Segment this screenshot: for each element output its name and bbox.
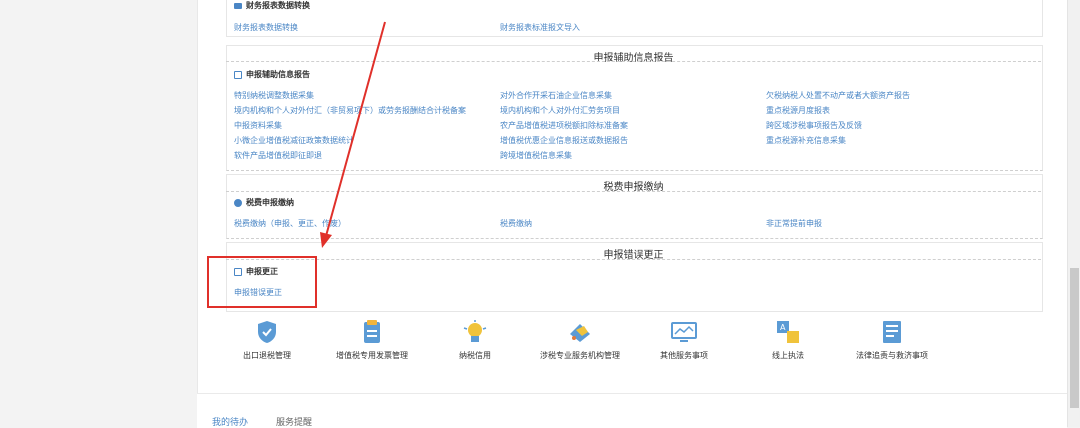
tag-icon <box>570 324 590 342</box>
correction-divider <box>226 259 1041 260</box>
tab-my-todo[interactable]: 我的待办 <box>212 415 248 428</box>
shield-icon <box>258 321 276 343</box>
aux-link[interactable]: 对外合作开采石油企业信息采集 <box>500 90 612 101</box>
nav-tax-credit[interactable]: 纳税信用 <box>415 318 535 361</box>
edit-icon <box>234 70 242 79</box>
document-icon <box>364 320 380 343</box>
monitor-icon <box>671 322 697 342</box>
aux-report-divider <box>226 61 1041 62</box>
nav-export-tax-refund[interactable]: 出口退税管理 <box>207 318 327 361</box>
table-icon <box>234 2 242 9</box>
lightbulb-icon <box>463 320 487 342</box>
tab-service-reminder[interactable]: 服务提醒 <box>276 415 312 428</box>
nav-vat-invoice[interactable]: 增值税专用发票管理 <box>312 318 432 361</box>
link-financial-data-convert[interactable]: 财务报表数据转换 <box>234 22 298 33</box>
nav-online-enforcement[interactable]: A 线上执法 <box>728 318 848 361</box>
nav-tax-service-agency[interactable]: 涉税专业服务机构管理 <box>520 318 640 361</box>
aux-link[interactable]: 特别纳税调整数据采集 <box>234 90 314 101</box>
aux-link[interactable]: 增值税优惠企业信息报送或数据报告 <box>500 135 628 146</box>
form-icon <box>883 321 901 343</box>
tax-link[interactable]: 税费缴纳 <box>500 218 532 229</box>
aux-link[interactable]: 重点税源月度报表 <box>766 105 830 116</box>
aux-link[interactable]: 中报资料采集 <box>234 120 282 131</box>
nav-legal-remedy[interactable]: 法律追责与救济事项 <box>832 318 952 361</box>
scrollbar[interactable] <box>1067 0 1080 427</box>
top-section-panel <box>226 0 1043 37</box>
top-section-heading: 财务报表数据转换 <box>234 0 310 11</box>
aux-link[interactable]: 重点税源补充信息采集 <box>766 135 846 146</box>
aux-link[interactable]: 小微企业增值税减征政策数据统计 <box>234 135 354 146</box>
aux-link[interactable]: 欠税纳税人处置不动产或者大额资产报告 <box>766 90 910 101</box>
link-financial-report-import[interactable]: 财务报表标准报文导入 <box>500 22 580 33</box>
tax-link[interactable]: 非正常提前申报 <box>766 218 822 229</box>
translate-icon: A <box>777 321 799 343</box>
tax-payment-subheading: 税费申报缴纳 <box>234 197 294 208</box>
annotation-box <box>207 256 317 308</box>
scrollbar-thumb[interactable] <box>1070 268 1079 408</box>
aux-link[interactable]: 软件产品增值税即征即退 <box>234 150 322 161</box>
aux-link[interactable]: 跨境增值税信息采集 <box>500 150 572 161</box>
aux-link[interactable]: 跨区域涉税事项报告及反馈 <box>766 120 862 131</box>
aux-link[interactable]: 境内机构和个人对外付汇劳务项目 <box>500 105 620 116</box>
footer-panel <box>197 393 1067 428</box>
nav-other-services[interactable]: 其他服务事项 <box>624 318 744 361</box>
aux-link[interactable]: 农产品增值税进项税额扣除标准备案 <box>500 120 628 131</box>
aux-link[interactable]: 境内机构和个人对外付汇（非贸易项下）或劳务报酬结合计税备案 <box>234 105 466 116</box>
tax-payment-divider <box>226 191 1041 192</box>
svg-text:A: A <box>780 323 786 332</box>
aux-report-subheading: 申报辅助信息报告 <box>234 69 310 80</box>
coins-icon <box>234 198 242 207</box>
tax-link[interactable]: 税费缴纳（申报、更正、作废） <box>234 218 346 229</box>
